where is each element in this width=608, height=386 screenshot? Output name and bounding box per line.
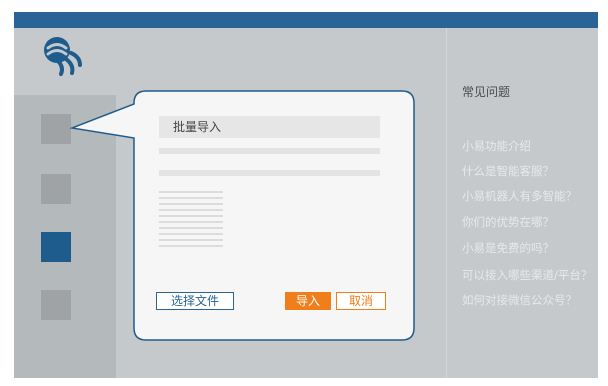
faq-item[interactable]: 可以接入哪些渠道/平台？ [462, 267, 592, 283]
sidebar-item-3[interactable] [41, 232, 71, 262]
faq-panel: 常见问题 小易功能介绍 什么是智能客服？ 小易机器人有多智能？ 你们的优势在哪？… [446, 28, 599, 378]
faq-item[interactable]: 如何对接微信公众号？ [462, 292, 577, 308]
placeholder-line [159, 148, 380, 154]
faq-item[interactable]: 你们的优势在哪？ [462, 214, 554, 230]
faq-item[interactable]: 小易是免费的吗？ [462, 240, 554, 256]
sidebar-item-1[interactable] [41, 114, 71, 144]
brand-logo-icon[interactable] [36, 33, 84, 77]
faq-item[interactable]: 什么是智能客服？ [462, 163, 554, 179]
top-bar [14, 12, 598, 28]
placeholder-line [159, 170, 380, 176]
import-dialog: 批量导入 选择文件 导入 取消 [134, 91, 414, 340]
sidebar [14, 95, 116, 378]
sidebar-item-2[interactable] [41, 174, 71, 204]
faq-title: 常见问题 [462, 85, 511, 99]
import-name-field[interactable]: 批量导入 [159, 116, 380, 138]
sidebar-item-4[interactable] [41, 290, 71, 320]
faq-item[interactable]: 小易功能介绍 [462, 138, 531, 154]
cancel-button[interactable]: 取消 [336, 292, 386, 310]
faq-item[interactable]: 小易机器人有多智能？ [462, 188, 577, 204]
select-file-button[interactable]: 选择文件 [156, 292, 234, 310]
import-button[interactable]: 导入 [285, 292, 331, 310]
